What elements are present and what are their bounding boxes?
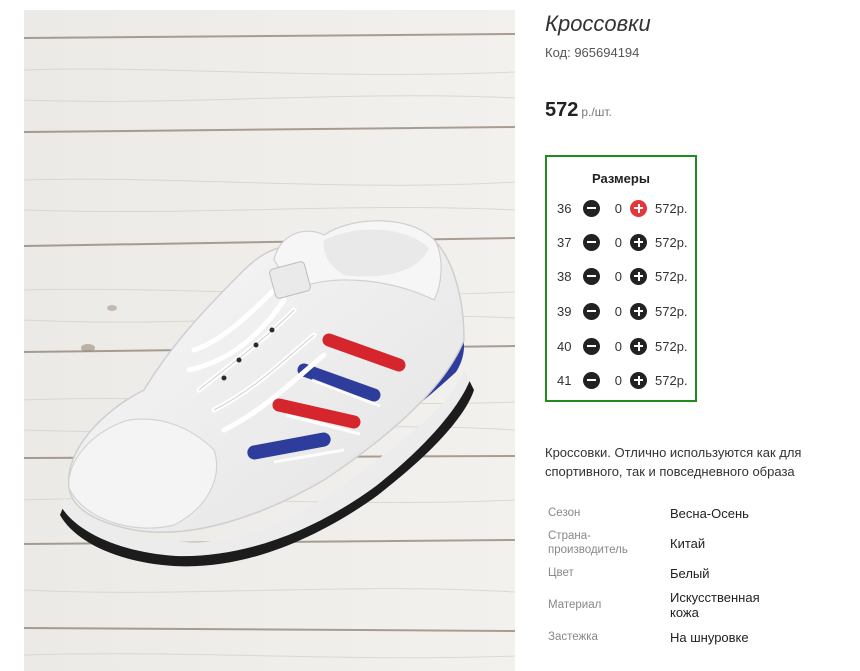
size-price: 572р. [655,200,688,216]
size-row: 40 0 572р. [557,336,688,356]
sneaker-image [24,10,515,671]
decrease-qty-button[interactable] [583,337,600,355]
increase-qty-button[interactable] [630,267,647,285]
property-value: На шнуровке [670,630,749,645]
increase-qty-button[interactable] [630,233,647,251]
size-qty: 0 [614,338,622,354]
property-name: Страна-производитель [548,530,628,556]
decrease-qty-button[interactable] [583,371,600,389]
size-qty: 0 [614,303,622,319]
increase-qty-button[interactable] [630,371,647,389]
size-qty: 0 [614,372,622,388]
size-label: 39 [557,303,572,319]
size-qty: 0 [614,268,622,284]
price-unit: р./шт. [581,105,612,119]
size-label: 36 [557,200,572,216]
property-name: Застежка [548,631,598,643]
product-price: 572 р./шт. [545,99,612,122]
sizes-title: Размеры [592,171,650,186]
size-row: 36 0 572р. [557,198,688,218]
size-label: 40 [557,338,572,354]
product-title: Кроссовки [545,11,651,36]
size-label: 38 [557,268,572,284]
size-row: 41 0 572р. [557,370,688,390]
size-price: 572р. [655,303,688,319]
size-label: 37 [557,234,572,250]
property-value: Китай [670,536,706,551]
property-value: Искусственная кожа [670,590,760,620]
increase-qty-button[interactable] [630,337,647,355]
product-description: Кроссовки. Отлично используются как для … [545,445,802,479]
property-name: Цвет [548,567,574,579]
property-name: Сезон [548,507,581,519]
property-value: Белый [670,566,710,581]
size-row: 37 0 572р. [557,232,688,252]
increase-qty-button[interactable] [630,199,647,217]
increase-qty-button[interactable] [630,302,647,320]
decrease-qty-button[interactable] [583,233,600,251]
size-qty: 0 [614,234,622,250]
property-value: Весна-Осень [670,506,749,521]
price-value: 572 [545,99,579,121]
size-price: 572р. [655,372,688,388]
size-price: 572р. [655,234,688,250]
size-price: 572р. [655,338,688,354]
product-photo[interactable] [24,10,515,671]
decrease-qty-button[interactable] [583,267,600,285]
size-label: 41 [557,372,572,388]
size-row: 39 0 572р. [557,301,688,321]
size-row: 38 0 572р. [557,266,688,286]
property-name: Материал [548,599,602,611]
product-sku: Код: 965694194 [545,45,640,60]
decrease-qty-button[interactable] [583,199,600,217]
decrease-qty-button[interactable] [583,302,600,320]
size-selector: Размеры 36 0 572р. 37 0 572р. 38 0 572р.… [545,155,697,402]
size-price: 572р. [655,268,688,284]
size-qty: 0 [614,200,622,216]
